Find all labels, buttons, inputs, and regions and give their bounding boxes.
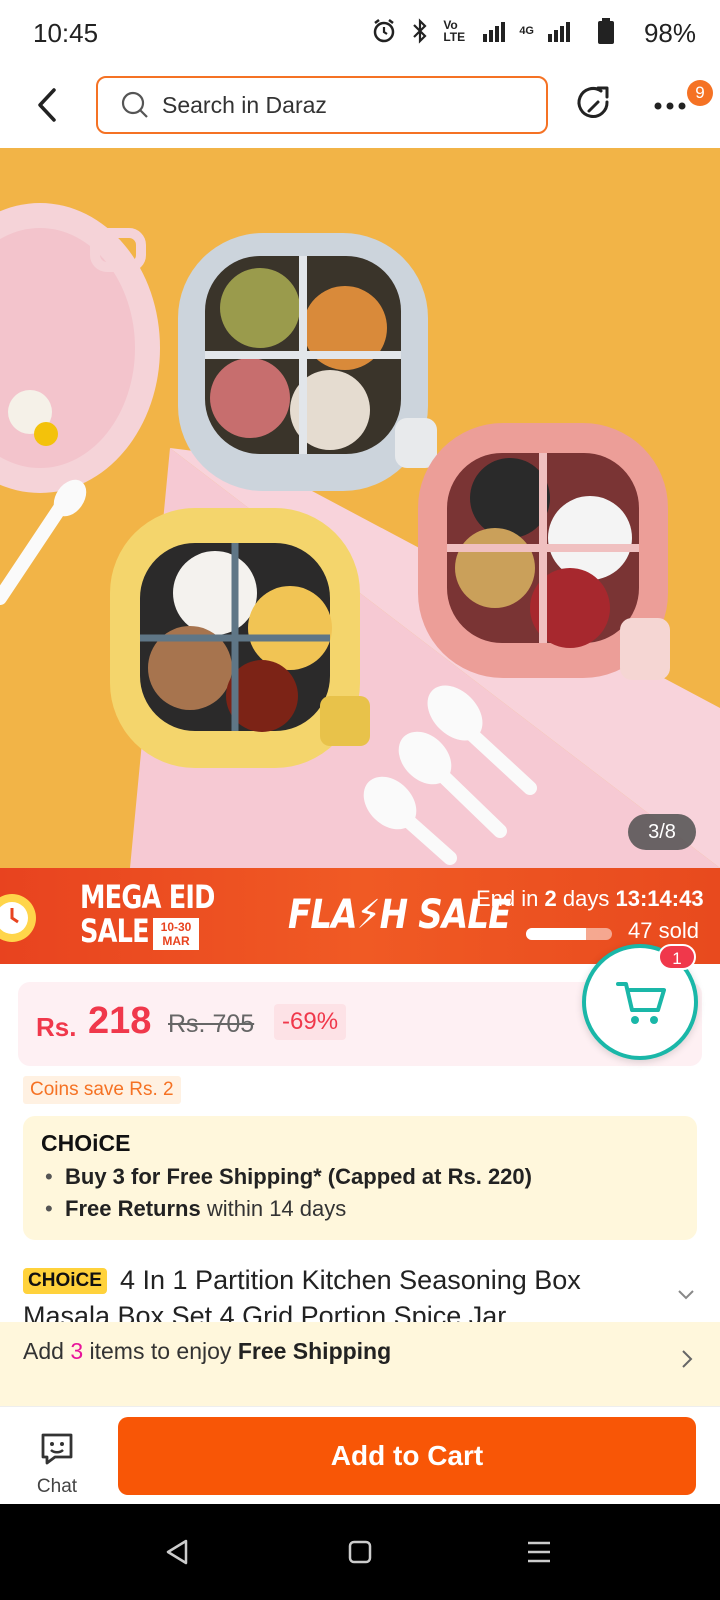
price-currency: Rs. bbox=[36, 1012, 77, 1042]
nav-back-icon[interactable] bbox=[164, 1538, 190, 1566]
add-to-cart-button[interactable]: Add to Cart bbox=[118, 1417, 696, 1495]
nav-home-icon[interactable] bbox=[348, 1540, 372, 1564]
countdown-prefix: End in bbox=[476, 886, 539, 911]
status-icons: Vo LTE 4G bbox=[371, 18, 570, 44]
free-shipping-prefix: Add bbox=[23, 1338, 71, 1364]
bluetooth-icon bbox=[413, 18, 427, 44]
product-photo bbox=[0, 148, 720, 868]
choice-badge: CHOiCE bbox=[23, 1268, 107, 1294]
free-shipping-middle: items to enjoy bbox=[83, 1338, 238, 1364]
product-title[interactable]: 4 In 1 Partition Kitchen Seasoning Box M… bbox=[23, 1262, 663, 1328]
battery-percent: 98% bbox=[643, 18, 696, 48]
cart-badge: 1 bbox=[658, 944, 696, 970]
alarm-icon bbox=[374, 19, 395, 43]
status-time: 10:45 bbox=[33, 18, 99, 48]
signal-icon-2 bbox=[548, 20, 570, 42]
top-header: Search in Daraz 9 bbox=[0, 64, 720, 148]
sold-progress-fill bbox=[526, 928, 587, 940]
clock-burst-icon bbox=[0, 894, 36, 942]
product-image[interactable]: 3/8 bbox=[0, 148, 720, 868]
price-discount: -69% bbox=[274, 1004, 347, 1040]
choice-benefit-returns: • Free Returns within 14 days bbox=[45, 1196, 347, 1221]
price-original: Rs. 705 bbox=[168, 1010, 255, 1038]
back-icon[interactable] bbox=[28, 82, 68, 128]
chevron-down-icon[interactable] bbox=[676, 1288, 696, 1302]
campaign-line1: MEGA EID bbox=[80, 878, 215, 916]
chat-icon bbox=[41, 1433, 73, 1465]
choice-benefit-returns-rest: within 14 days bbox=[200, 1196, 347, 1221]
network-type: 4G bbox=[519, 25, 534, 37]
campaign-dates-days: 10-30 bbox=[160, 920, 192, 934]
flash-sale-banner[interactable]: MEGA EID SALE 10-30 MAR FLA⚡H SALE End i… bbox=[0, 868, 720, 964]
system-nav-bar bbox=[0, 1504, 720, 1600]
cart-icon bbox=[616, 982, 666, 1024]
free-shipping-count: 3 bbox=[70, 1338, 84, 1364]
search-icon bbox=[121, 91, 148, 118]
more-icon[interactable] bbox=[652, 92, 692, 120]
countdown: End in 2 days 13:14:43 bbox=[476, 886, 704, 912]
choice-benefit-shipping-text: Buy 3 for Free Shipping* (Capped at Rs. … bbox=[65, 1164, 532, 1189]
share-icon[interactable] bbox=[574, 84, 616, 126]
choice-benefit-shipping: • Buy 3 for Free Shipping* (Capped at Rs.… bbox=[45, 1164, 532, 1189]
chat-button[interactable]: Chat bbox=[24, 1431, 90, 1501]
signal-icon bbox=[483, 20, 506, 42]
more-badge: 9 bbox=[687, 80, 713, 106]
bottom-action-bar: Chat Add to Cart bbox=[0, 1406, 720, 1504]
sold-count: 47 sold bbox=[628, 918, 699, 943]
nav-menu-icon[interactable] bbox=[526, 1540, 552, 1564]
choice-benefit-returns-bold: Free Returns bbox=[65, 1196, 201, 1221]
chat-label: Chat bbox=[36, 1476, 78, 1497]
search-placeholder: Search in Daraz bbox=[162, 91, 327, 118]
battery-icon bbox=[598, 18, 614, 44]
image-counter: 3/8 bbox=[628, 814, 696, 850]
free-shipping-bold: Free Shipping bbox=[237, 1338, 392, 1364]
countdown-days: 2 bbox=[544, 886, 557, 911]
coins-tag: Coins save Rs. 2 bbox=[23, 1076, 181, 1104]
countdown-days-suffix: days bbox=[562, 886, 610, 911]
campaign-dates: 10-30 MAR bbox=[153, 918, 199, 950]
chevron-right-icon bbox=[682, 1350, 693, 1368]
countdown-time: 13:14:43 bbox=[615, 886, 704, 911]
search-input[interactable]: Search in Daraz bbox=[96, 76, 548, 134]
free-shipping-text: Add 3 items to enjoy Free Shipping bbox=[23, 1338, 391, 1365]
free-shipping-strip[interactable]: Add 3 items to enjoy Free Shipping bbox=[0, 1322, 720, 1406]
price-current: 218 bbox=[88, 1000, 152, 1042]
campaign-dates-month: MAR bbox=[162, 934, 190, 948]
volte-label: Vo LTE bbox=[443, 18, 466, 44]
choice-benefits-card[interactable]: CHOiCE • Buy 3 for Free Shipping* (Capped… bbox=[23, 1116, 697, 1240]
status-bar: 10:45 Vo LTE 4G 98% bbox=[0, 0, 720, 64]
choice-logo: CHOiCE bbox=[41, 1130, 131, 1156]
sold-progress-bar bbox=[526, 928, 612, 940]
